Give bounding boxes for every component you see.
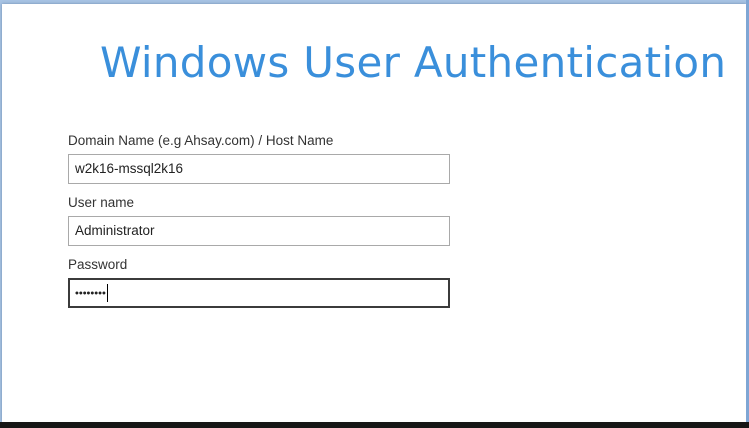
window-bottom-border [0,422,749,428]
password-label: Password [68,257,128,272]
username-input-value: Administrator [75,223,155,238]
password-input[interactable]: •••••••• [68,278,450,308]
username-input[interactable]: Administrator [68,216,450,246]
window-frame: Windows User Authentication Domain Name … [0,0,749,428]
authentication-dialog: Windows User Authentication Domain Name … [2,4,746,422]
text-caret [106,284,108,303]
password-input-value: •••••••• [75,287,106,300]
domain-label: Domain Name (e.g Ahsay.com) / Host Name [68,133,334,148]
domain-input-value: w2k16-mssql2k16 [75,161,184,176]
dialog-title: Windows User Authentication [100,38,727,87]
username-label: User name [68,195,135,210]
domain-input[interactable]: w2k16-mssql2k16 [68,154,450,184]
